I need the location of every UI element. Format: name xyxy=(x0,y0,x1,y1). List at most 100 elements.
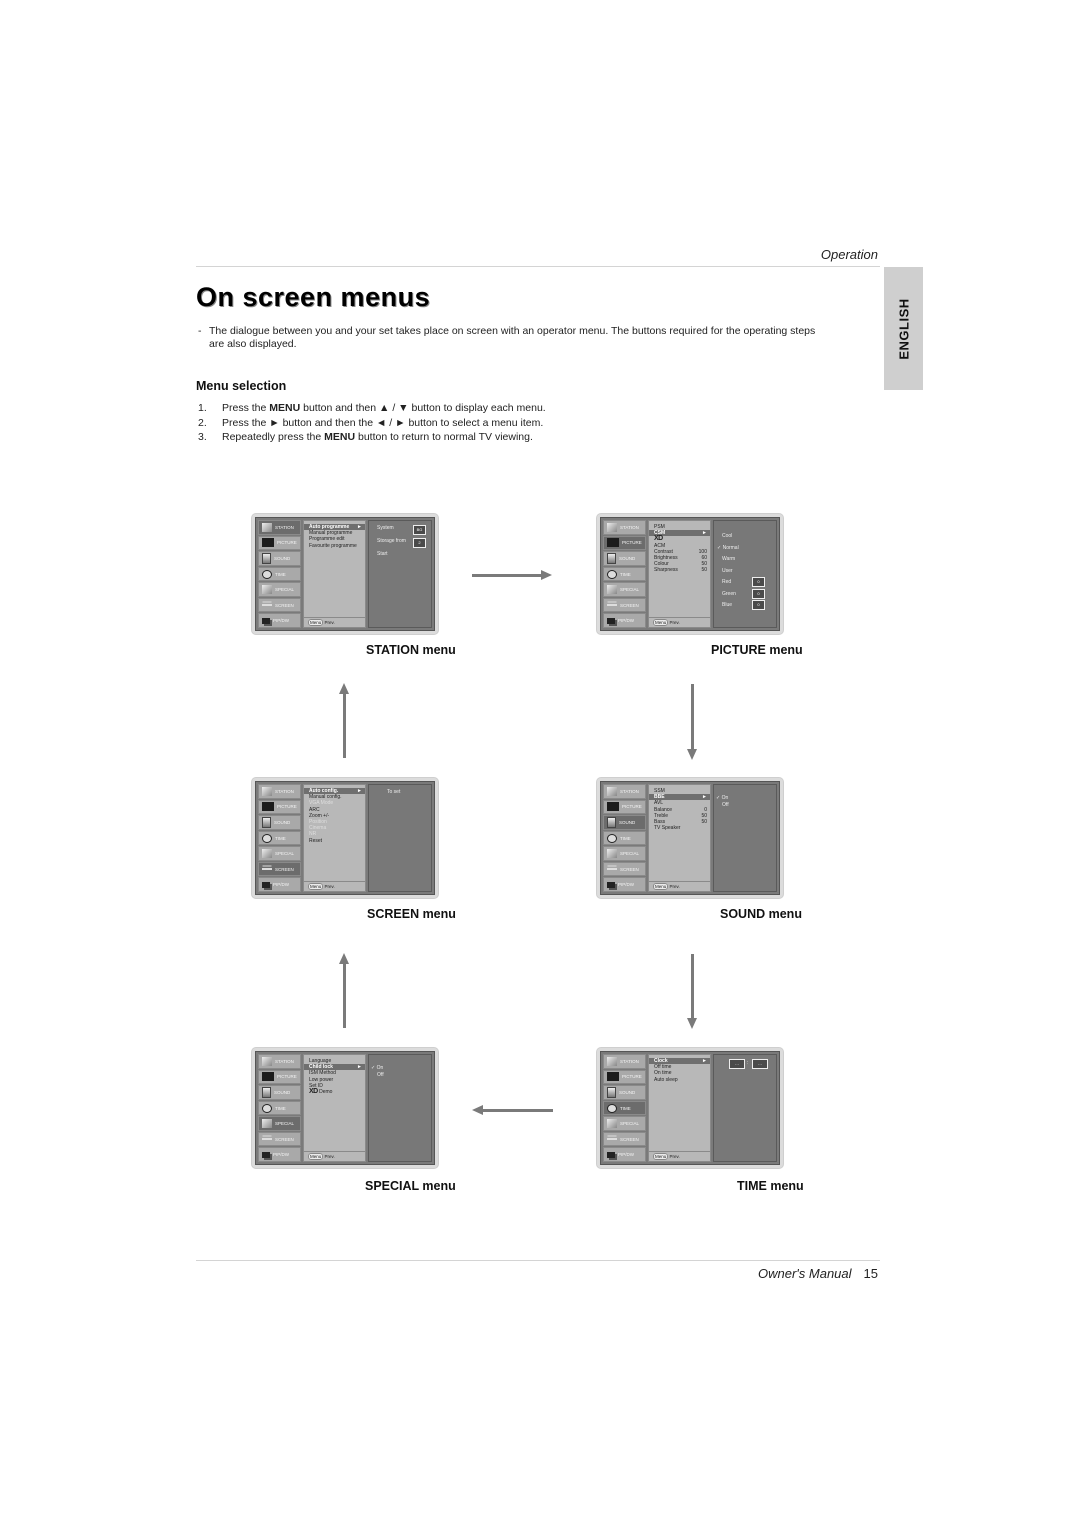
page-title: On screen menus xyxy=(196,282,431,312)
osd-option[interactable]: System xyxy=(377,525,394,531)
osd-tab-special[interactable]: SPECIAL xyxy=(258,846,301,861)
osd-tab-sound[interactable]: SOUND xyxy=(603,551,646,566)
osd-tab-station[interactable]: STATION xyxy=(603,520,646,535)
osd-tab-picture[interactable]: PICTURE xyxy=(603,1069,646,1085)
osd-footer-text: Prev. xyxy=(324,1154,335,1159)
osd-tab-sound[interactable]: SOUND xyxy=(603,1085,646,1100)
clock-minute-box[interactable]: - - xyxy=(752,1059,768,1069)
osd-tab-pip-dw[interactable]: PIP/DW xyxy=(258,877,301,893)
osd-option[interactable]: ✓ On xyxy=(716,795,728,801)
menu-key-icon: Menu xyxy=(653,619,669,626)
osd-option[interactable]: ✓ On xyxy=(371,1065,383,1071)
osd-tab-special[interactable]: SPECIAL xyxy=(603,1116,646,1131)
osd-tab-pip-dw[interactable]: PIP/DW xyxy=(603,1147,646,1163)
osd-menu-item[interactable]: TV Speaker xyxy=(649,825,710,831)
osd-value-box[interactable]: 0 xyxy=(752,600,765,610)
osd-tab-screen[interactable]: SCREEN xyxy=(258,861,301,877)
osd-tab-special[interactable]: SPECIAL xyxy=(258,582,301,597)
osd-tab-label: SOUND xyxy=(274,1089,291,1095)
osd-tab-special[interactable]: SPECIAL xyxy=(603,846,646,861)
osd-value-box[interactable]: 0 xyxy=(752,577,765,587)
osd-option[interactable]: User xyxy=(722,568,733,574)
station-icon xyxy=(607,1056,617,1066)
osd-option[interactable]: Start xyxy=(377,551,388,557)
osd-tab-picture[interactable]: PICTURE xyxy=(603,799,646,815)
special-icon xyxy=(607,1119,617,1129)
osd-tab-time[interactable]: TIME xyxy=(603,566,646,582)
top-divider xyxy=(196,266,880,267)
osd-option[interactable]: Off xyxy=(722,802,729,808)
osd-tab-label: PIP/DW xyxy=(273,882,290,888)
step-3: 3. Repeatedly press the MENU button to re… xyxy=(198,430,546,445)
page-number: 15 xyxy=(863,1266,878,1281)
osd-menu-list: Language Child lock ► ISM Method Low power Se… xyxy=(303,1054,366,1162)
osd-tab-screen[interactable]: SCREEN xyxy=(258,597,301,613)
osd-option[interactable]: Green xyxy=(722,591,736,597)
osd-option[interactable]: Warm xyxy=(722,556,735,562)
osd-tab-picture[interactable]: PICTURE xyxy=(258,535,301,551)
osd-option[interactable]: Off xyxy=(377,1072,384,1078)
osd-option[interactable]: ✓ Normal xyxy=(717,545,739,551)
osd-footer: Menu Prev. xyxy=(649,617,710,627)
osd-tab-station[interactable]: STATION xyxy=(258,520,301,535)
osd-menu-item[interactable]: XD Demo xyxy=(304,1088,365,1095)
osd-tab-time[interactable]: TIME xyxy=(258,830,301,846)
osd-option[interactable]: Storage from xyxy=(377,538,406,544)
osd-tab-screen[interactable]: SCREEN xyxy=(258,1131,301,1147)
osd-tab-pip-dw[interactable]: PIP/DW xyxy=(258,1147,301,1163)
time-icon xyxy=(262,833,272,843)
osd-tab-picture[interactable]: PICTURE xyxy=(258,1069,301,1085)
osd-tab-station[interactable]: STATION xyxy=(603,784,646,799)
osd-tab-station[interactable]: STATION xyxy=(603,1054,646,1069)
osd-tab-station[interactable]: STATION xyxy=(258,1054,301,1069)
osd-option[interactable]: To set xyxy=(387,789,400,795)
osd-menu-item[interactable]: Auto sleep xyxy=(649,1077,710,1083)
osd-footer-text: Prev. xyxy=(324,620,335,625)
osd-tab-screen[interactable]: SCREEN xyxy=(603,861,646,877)
osd-item-label: Favourite programme xyxy=(309,542,357,549)
time-icon xyxy=(607,569,617,579)
osd-tab-time[interactable]: TIME xyxy=(603,1100,646,1116)
osd-tab-sound[interactable]: SOUND xyxy=(258,1085,301,1100)
osd-tab-pip-dw[interactable]: PIP/DW xyxy=(258,613,301,629)
submenu-arrow-icon: ► xyxy=(357,524,362,530)
osd-tab-time[interactable]: TIME xyxy=(258,1100,301,1116)
osd-tab-sound[interactable]: SOUND xyxy=(258,815,301,830)
osd-value-box[interactable]: 0 xyxy=(752,588,765,599)
osd-tab-label: TIME xyxy=(620,835,631,841)
osd-tab-list: STATION PICTURE SOUND TIME SPECIAL SCREEN PIP/… xyxy=(603,520,646,629)
osd-option[interactable]: Cool xyxy=(722,533,732,539)
osd-tab-special[interactable]: SPECIAL xyxy=(258,1116,301,1131)
osd-menu-item[interactable]: Favourite programme xyxy=(304,543,365,549)
osd-tab-special[interactable]: SPECIAL xyxy=(603,582,646,597)
osd-tab-picture[interactable]: PICTURE xyxy=(603,535,646,551)
station-icon xyxy=(607,786,617,796)
osd-tab-picture[interactable]: PICTURE xyxy=(258,799,301,815)
osd-value-box[interactable]: BG xyxy=(413,525,426,535)
osd-tab-station[interactable]: STATION xyxy=(258,784,301,799)
osd-tab-screen[interactable]: SCREEN xyxy=(603,597,646,613)
osd-option[interactable]: Red xyxy=(722,579,731,585)
osd-tab-screen[interactable]: SCREEN xyxy=(603,1131,646,1147)
station-icon xyxy=(262,522,272,532)
osd-menu-list: Auto config. ► Manual config. VGA Mode ARC Zo… xyxy=(303,784,366,892)
osd-menu-item[interactable]: Sharpness 50 xyxy=(649,567,710,573)
osd-tab-label: SPECIAL xyxy=(275,1121,295,1127)
osd-tab-time[interactable]: TIME xyxy=(603,830,646,846)
osd-tab-pip-dw[interactable]: PIP/DW xyxy=(603,877,646,893)
osd-menu-item[interactable]: Reset xyxy=(304,838,365,844)
language-tab-label: ENGLISH xyxy=(896,297,911,360)
osd-option[interactable]: Blue xyxy=(722,602,732,608)
osd-tab-time[interactable]: TIME xyxy=(258,566,301,582)
special-icon xyxy=(262,849,272,859)
osd-tab-sound[interactable]: SOUND xyxy=(603,815,646,830)
osd-value-box[interactable]: 2 xyxy=(413,538,426,548)
osd-menu-list: Auto programme ► Manual programme Programme… xyxy=(303,520,366,628)
osd-item-label: Reset xyxy=(309,837,323,844)
osd-item-label: Auto sleep xyxy=(654,1076,678,1083)
osd-tab-label: TIME xyxy=(275,835,286,841)
osd-tab-pip-dw[interactable]: PIP/DW xyxy=(603,613,646,629)
time-icon xyxy=(607,1103,617,1113)
clock-hour-box[interactable]: - - xyxy=(729,1059,745,1069)
osd-tab-sound[interactable]: SOUND xyxy=(258,551,301,566)
